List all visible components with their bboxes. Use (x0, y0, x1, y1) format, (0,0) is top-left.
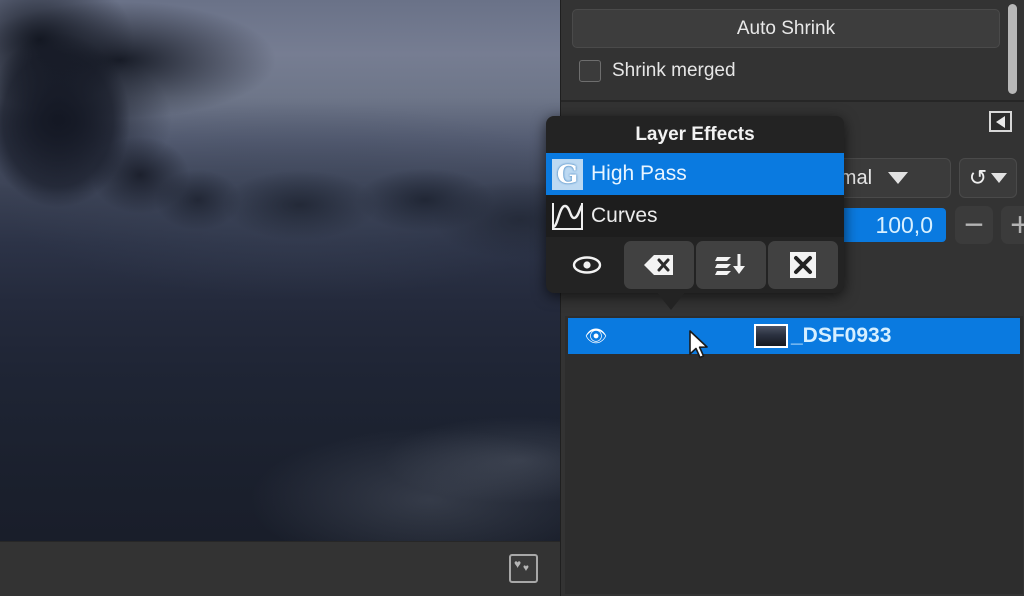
canvas-statusbar: ♥ ♥ (0, 541, 560, 596)
composite-switch-button[interactable]: ↺ (959, 158, 1017, 198)
shrink-merged-label: Shrink merged (612, 60, 736, 81)
scrollbar-thumb[interactable] (1008, 4, 1017, 94)
collapse-panel-button[interactable] (989, 111, 1012, 132)
curves-graph-icon (551, 200, 584, 233)
triangle-left-icon (996, 115, 1005, 128)
popup-title: Layer Effects (635, 123, 755, 145)
merge-down-icon (715, 254, 745, 275)
effect-label-high-pass: High Pass (591, 162, 687, 185)
chevron-down-icon-small (991, 173, 1008, 183)
cloud-ridge (210, 160, 560, 340)
shrink-merged-checkbox[interactable] (579, 60, 601, 82)
table-row[interactable]: 👁 _DSF0933 (568, 318, 1020, 354)
popup-toolbar (546, 237, 844, 293)
merge-effect-down-button[interactable] (696, 241, 766, 289)
image-canvas[interactable]: ♥ ♥ (0, 0, 560, 596)
opacity-value: 100,0 (875, 211, 933, 238)
layer-list[interactable]: 👁 _DSF0933 (565, 316, 1023, 594)
opacity-increase-button[interactable]: + (1001, 206, 1024, 244)
shrink-merged-row[interactable]: Shrink merged (579, 60, 736, 82)
tag-delete-icon (644, 255, 673, 275)
layer-thumbnail (754, 324, 788, 348)
tool-options-pane: Auto Shrink Shrink merged (561, 0, 1024, 100)
opacity-decrease-button[interactable]: − (955, 206, 993, 244)
effect-item-curves[interactable]: Curves (546, 195, 844, 237)
switch-composite-icon: ↺ (968, 165, 988, 190)
right-dock: Auto Shrink Shrink merged ormal ↺ 100,0 … (560, 0, 1024, 596)
eye-icon (572, 256, 602, 274)
effect-item-high-pass[interactable]: G High Pass (546, 153, 844, 195)
layer-name-wrap: _DSF0933 (754, 324, 891, 348)
gegl-logo-icon: G (551, 158, 584, 191)
auto-shrink-button[interactable]: Auto Shrink (572, 9, 1000, 48)
eye-icon[interactable]: 👁 (568, 326, 624, 347)
gimp-window: ♥ ♥ Auto Shrink Shrink merged ormal ↺ 10… (0, 0, 1024, 596)
popup-arrow-tail (655, 290, 687, 310)
effect-label-curves: Curves (591, 204, 658, 227)
heart-glyph-large: ♥ (514, 557, 522, 571)
hearts-icon[interactable]: ♥ ♥ (509, 554, 538, 583)
toggle-effect-visibility-button[interactable] (552, 241, 622, 289)
mouse-pointer (688, 330, 710, 367)
chevron-down-icon (888, 172, 909, 184)
close-x-icon (790, 252, 816, 278)
delete-effect-button[interactable] (768, 241, 838, 289)
clear-effect-button[interactable] (624, 241, 694, 289)
heart-glyph-small: ♥ (523, 563, 529, 574)
canvas-photo (0, 0, 560, 541)
options-scrollbar[interactable] (1008, 4, 1017, 94)
layer-name-label: _DSF0933 (791, 324, 892, 347)
layer-effects-popup: Layer Effects G High Pass Curves (546, 116, 844, 293)
